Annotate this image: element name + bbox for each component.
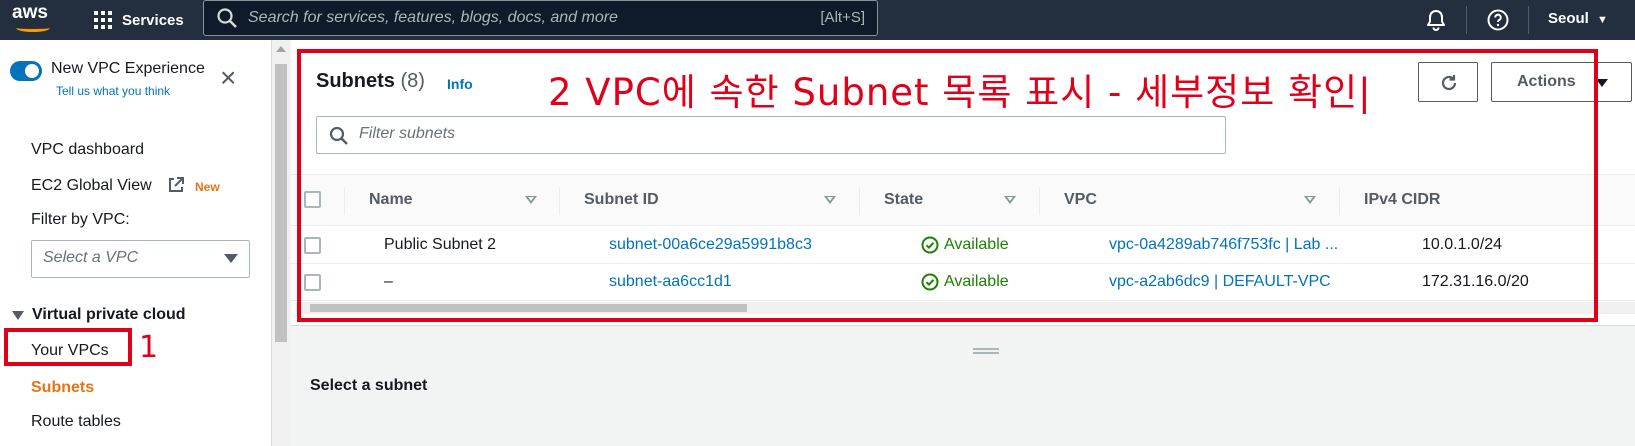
section-virtual-private-cloud[interactable]: Virtual private cloud [12, 306, 186, 324]
region-label: Seoul [1548, 10, 1589, 27]
global-search-box[interactable]: [Alt+S] [203, 0, 878, 36]
services-menu-button[interactable]: Services [94, 8, 184, 32]
aws-logo[interactable]: aws [12, 2, 56, 36]
sidebar-item-ec2-global-view[interactable]: EC2 Global View [31, 177, 152, 195]
caret-down-icon: ▼ [1597, 14, 1608, 26]
vpc-select[interactable]: Select a VPC [31, 240, 250, 278]
scroll-up-arrow-icon[interactable] [276, 46, 286, 52]
search-shortcut-hint: [Alt+S] [820, 9, 865, 26]
services-label: Services [122, 11, 184, 29]
bell-icon[interactable] [1424, 8, 1448, 32]
section-title: Virtual private cloud [32, 306, 186, 323]
feedback-link[interactable]: Tell us what you think [56, 84, 170, 98]
aws-logo-text: aws [12, 2, 48, 23]
side-navigation: New VPC Experience Tell us what you thin… [0, 40, 272, 446]
detail-panel [291, 326, 1635, 446]
resize-handle[interactable] [973, 348, 999, 354]
global-search-input[interactable] [248, 9, 788, 27]
detail-placeholder-text: Select a subnet [310, 377, 428, 394]
close-icon[interactable]: × [220, 64, 236, 92]
filter-by-vpc-label: Filter by VPC: [31, 211, 130, 228]
search-icon [217, 8, 237, 28]
vpc-select-placeholder: Select a VPC [43, 249, 139, 266]
external-link-icon [169, 177, 184, 192]
new-vpc-experience-toggle[interactable] [10, 61, 42, 81]
new-vpc-experience-label: New VPC Experience [51, 60, 205, 77]
topbar-divider [1528, 6, 1529, 34]
collapse-triangle-icon [12, 310, 24, 320]
scrollbar-thumb[interactable] [275, 64, 287, 342]
sidebar-item-route-tables[interactable]: Route tables [31, 413, 121, 431]
annotation-text-2: 2 VPC에 속한 Subnet 목록 표시 - 세부정보 확인| [548, 71, 1372, 114]
grid-icon [94, 11, 112, 29]
top-navigation-bar: aws Services [Alt+S] Seoul ▼ [0, 0, 1635, 40]
new-badge: New [195, 180, 220, 194]
aws-smile-icon [16, 24, 50, 32]
sidebar-item-subnets[interactable]: Subnets [31, 379, 94, 397]
annotation-highlight-box-1 [4, 328, 132, 366]
sidebar-item-vpc-dashboard[interactable]: VPC dashboard [31, 141, 144, 159]
annotation-step-number-1: 1 [139, 330, 159, 365]
help-icon[interactable] [1486, 8, 1510, 32]
sidebar-scrollbar[interactable] [272, 40, 290, 446]
region-selector[interactable]: Seoul ▼ [1548, 10, 1608, 27]
caret-down-icon [224, 254, 238, 263]
topbar-divider [1466, 6, 1467, 34]
